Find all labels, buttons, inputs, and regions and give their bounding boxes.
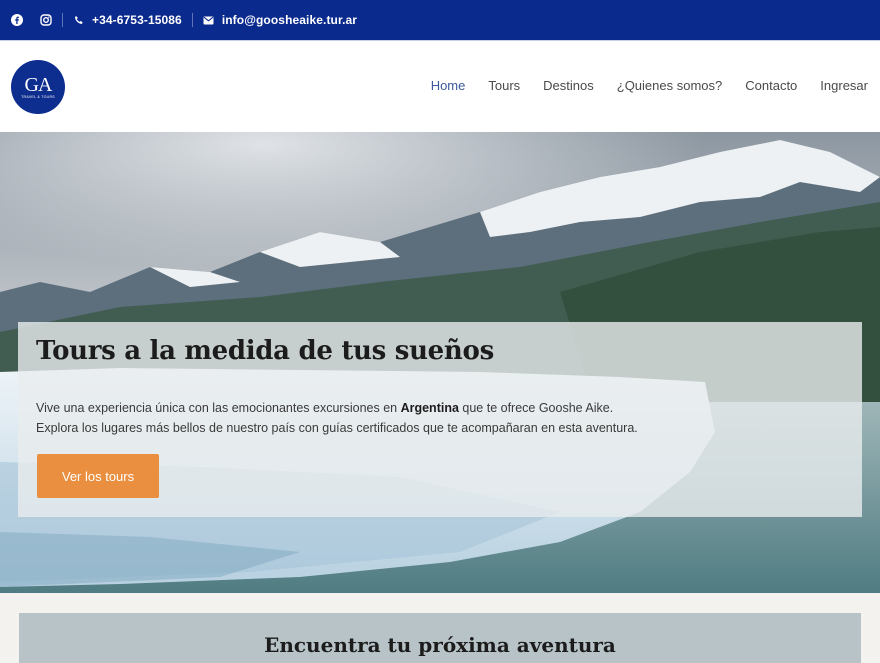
facebook-icon[interactable] [11,14,23,26]
nav-item-quienes-somos[interactable]: ¿Quienes somos? [617,78,723,93]
site-header: GA TRAVEL & TOURS Home Tours Destinos ¿Q… [0,40,880,132]
email-address: info@goosheaike.tur.ar [221,13,358,27]
logo-subtext: TRAVEL & TOURS [21,94,55,99]
hero-line2: Explora los lugares más bellos de nuestr… [36,421,638,435]
mail-icon [203,14,215,26]
view-tours-button[interactable]: Ver los tours [37,454,159,498]
nav-item-tours[interactable]: Tours [488,78,520,93]
phone-icon [73,14,85,26]
adventure-section: Encuentra tu próxima aventura [0,593,880,663]
nav-item-home[interactable]: Home [431,78,466,93]
hero-description: Vive una experiencia única con las emoci… [36,398,638,438]
hero-line1-bold: Argentina [400,401,459,415]
hero-line1-suffix: que te ofrece Gooshe Aike. [458,401,614,415]
divider [191,13,193,27]
nav-item-contacto[interactable]: Contacto [745,78,797,93]
phone-link[interactable]: +34-6753-15086 [73,13,182,27]
hero-title: Tours a la medida de tus sueños [36,336,494,366]
email-link[interactable]: info@goosheaike.tur.ar [203,13,357,27]
top-bar: +34-6753-15086 info@goosheaike.tur.ar [0,0,880,40]
hero-card: Tours a la medida de tus sueños Vive una… [18,322,862,517]
nav-item-ingresar[interactable]: Ingresar [820,78,868,93]
main-nav: Home Tours Destinos ¿Quienes somos? Cont… [431,78,868,93]
nav-item-destinos[interactable]: Destinos [543,78,594,93]
logo[interactable]: GA TRAVEL & TOURS [11,60,65,114]
hero-line1-prefix: Vive una experiencia única con las emoci… [36,401,401,415]
adventure-card: Encuentra tu próxima aventura [19,613,861,663]
divider [62,13,63,27]
phone-number: +34-6753-15086 [92,13,182,27]
logo-monogram: GA [24,73,53,96]
instagram-icon[interactable] [40,14,52,26]
section-title: Encuentra tu próxima aventura [264,633,616,657]
hero-section: Tours a la medida de tus sueños Vive una… [0,132,880,593]
